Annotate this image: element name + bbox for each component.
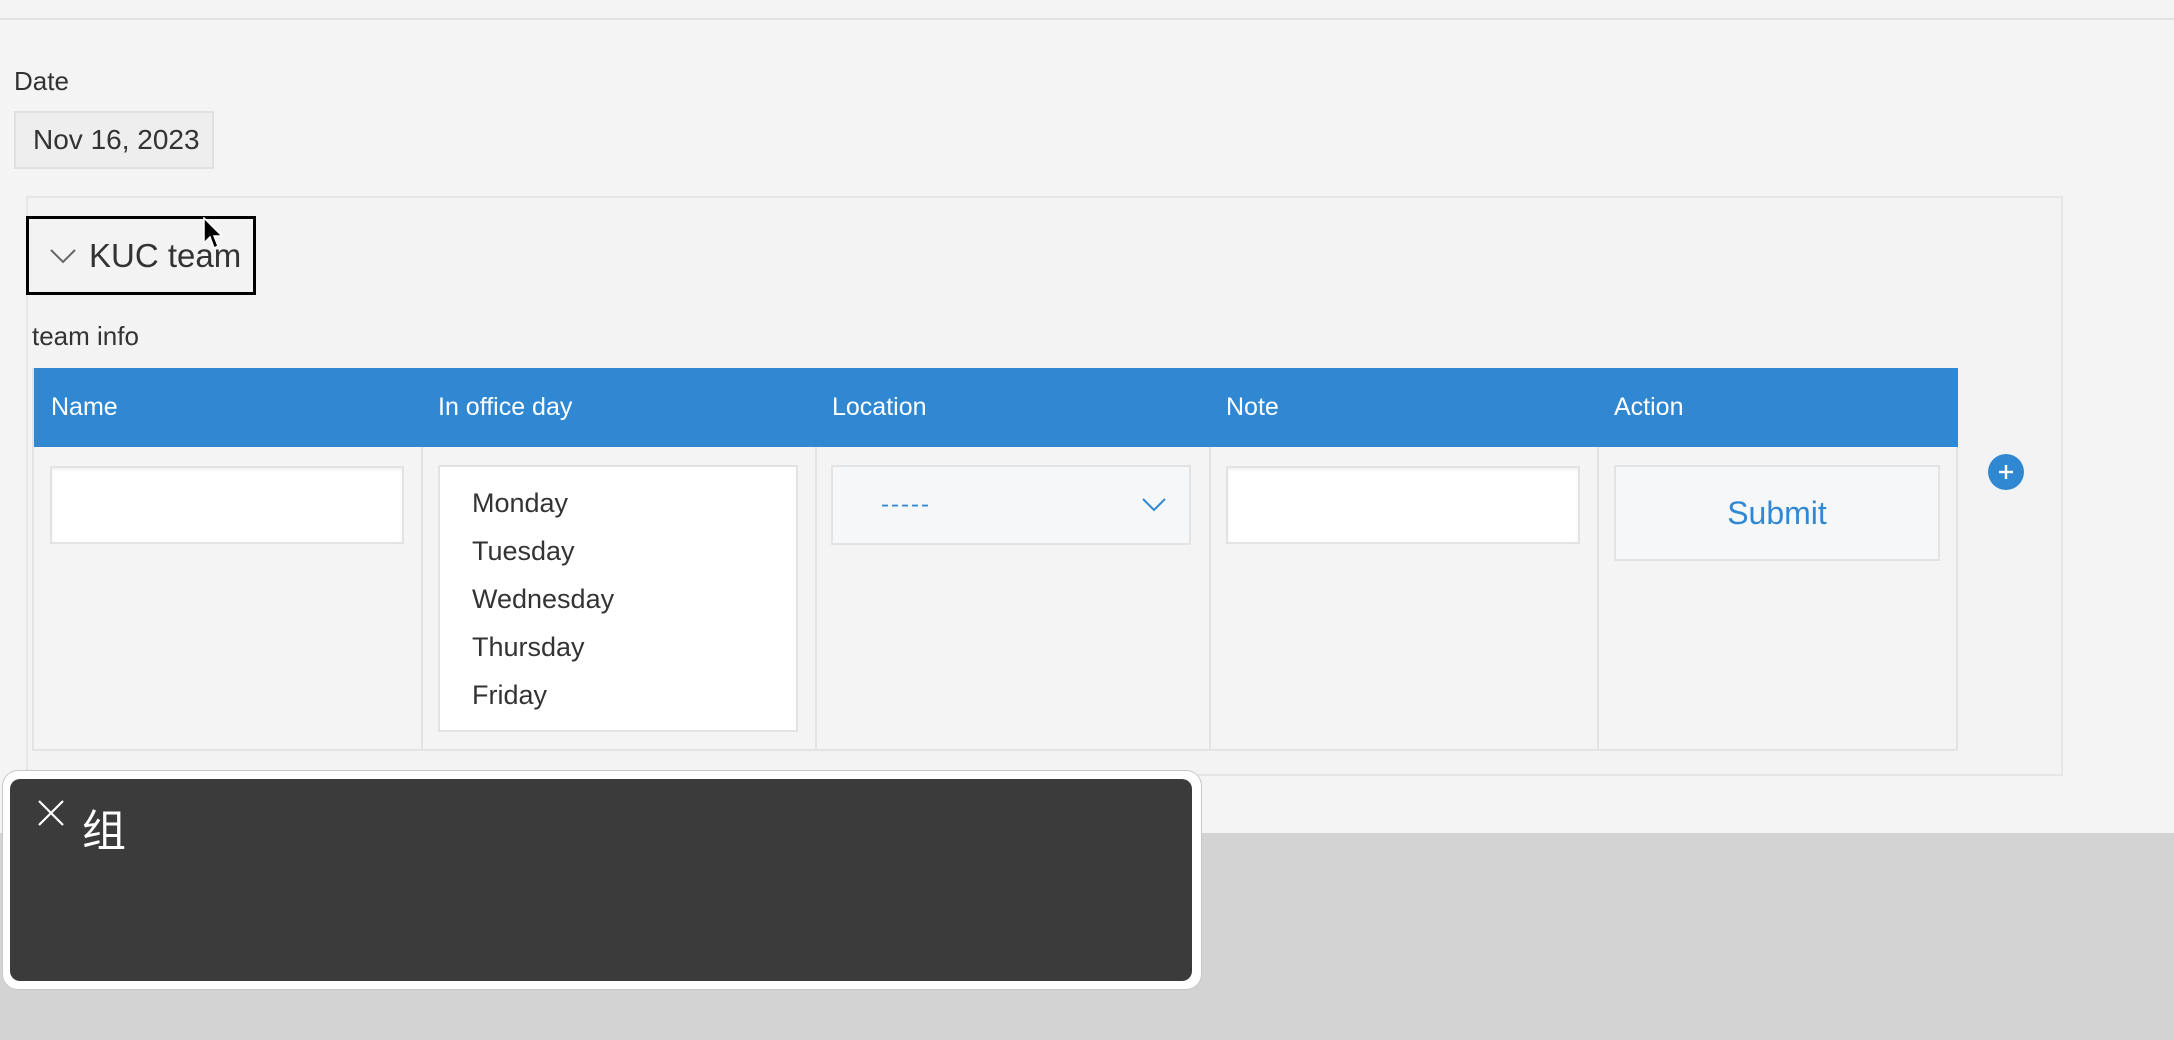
table-header: Name In office day Location Note Action [34,368,1958,447]
ime-candidate-text: 组 [82,806,126,857]
name-input[interactable] [50,466,404,544]
ime-popup [10,779,1192,981]
date-picker-field[interactable]: Nov 16, 2023 [14,111,214,169]
column-divider [815,447,817,749]
chevron-down-icon [1142,498,1166,512]
section-label: team info [32,321,139,351]
column-header-action: Action [1614,393,1684,421]
date-label: Date [14,66,69,96]
column-header-note: Note [1226,393,1279,421]
column-header-office-day: In office day [438,393,573,421]
listbox-option-friday[interactable]: Friday [440,677,796,725]
close-icon[interactable] [36,798,66,828]
listbox-option-wednesday[interactable]: Wednesday [440,581,796,629]
office-day-listbox[interactable]: Monday Tuesday Wednesday Thursday Friday [438,465,798,732]
column-divider [1209,447,1211,749]
listbox-option-monday[interactable]: Monday [440,485,796,533]
submit-button[interactable]: Submit [1614,465,1940,561]
mouse-pointer-icon [203,217,224,250]
add-row-button[interactable] [1988,454,2024,490]
note-input[interactable] [1226,466,1580,544]
column-divider [421,447,423,749]
location-selected-value: ----- [881,491,931,518]
column-header-name: Name [51,393,118,421]
chevron-down-icon [50,248,76,263]
column-divider [1597,447,1599,749]
location-dropdown[interactable]: ----- [831,465,1191,545]
plus-icon [1999,465,2013,479]
listbox-option-thursday[interactable]: Thursday [440,629,796,677]
header-divider [0,18,2174,20]
column-header-location: Location [832,393,927,421]
listbox-option-tuesday[interactable]: Tuesday [440,533,796,581]
